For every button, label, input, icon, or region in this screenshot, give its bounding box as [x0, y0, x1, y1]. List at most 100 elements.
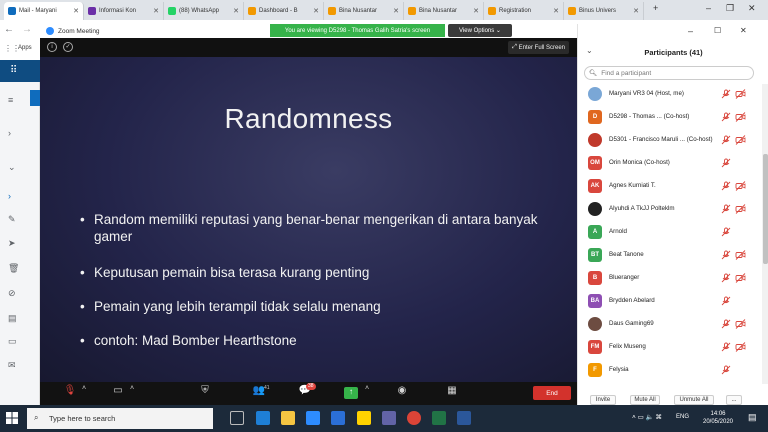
- hamburger-icon[interactable]: ≡: [8, 95, 26, 109]
- notifications-icon[interactable]: ▤: [748, 412, 757, 423]
- chevron-down-icon[interactable]: ⌄: [8, 162, 26, 176]
- muted-mic-icon[interactable]: [721, 112, 731, 122]
- participant-row[interactable]: FM Felix Museng: [578, 337, 762, 360]
- participant-row[interactable]: Daus Gaming69: [578, 314, 762, 337]
- muted-mic-icon[interactable]: [721, 181, 731, 191]
- trash-icon[interactable]: 🗑: [8, 263, 26, 277]
- video-off-icon[interactable]: [735, 204, 746, 214]
- muted-mic-icon[interactable]: [721, 250, 731, 260]
- tab-close-icon[interactable]: ✕: [390, 7, 399, 15]
- teams-icon[interactable]: [382, 411, 396, 425]
- muted-mic-icon[interactable]: [721, 227, 731, 237]
- unmute-all-button[interactable]: Unmute All: [674, 395, 714, 405]
- tab-close-icon[interactable]: ✕: [630, 7, 639, 15]
- reactions-icon[interactable]: ▦: [444, 385, 460, 403]
- participant-row[interactable]: AK Agnes Kurniati T.: [578, 176, 762, 199]
- language-indicator[interactable]: ENG: [676, 414, 689, 420]
- participant-row[interactable]: A Arnold: [578, 222, 762, 245]
- muted-mic-icon[interactable]: [721, 89, 731, 99]
- video-off-icon[interactable]: [735, 250, 746, 260]
- participant-row[interactable]: B Blueranger: [578, 268, 762, 291]
- muted-mic-icon[interactable]: [721, 319, 731, 329]
- participant-row[interactable]: D5301 - Francisco Maruli ... (Co-host): [578, 130, 762, 153]
- tab-close-icon[interactable]: ✕: [230, 7, 239, 15]
- participant-row[interactable]: D D5298 - Thomas ... (Co-host): [578, 107, 762, 130]
- muted-mic-icon[interactable]: 🎙: [62, 385, 78, 403]
- tab-close-icon[interactable]: ✕: [470, 7, 479, 15]
- browser-tab[interactable]: Bina Nusantar ✕: [404, 2, 484, 20]
- new-mail-button-edge[interactable]: [30, 90, 40, 106]
- more-options-button[interactable]: ...: [726, 395, 742, 405]
- pencil-icon[interactable]: ✎: [8, 214, 26, 228]
- panel-restore-icon[interactable]: ☐: [714, 26, 721, 35]
- block-icon[interactable]: ⊘: [8, 288, 26, 302]
- muted-mic-icon[interactable]: [721, 158, 731, 168]
- zoom-taskbar-icon[interactable]: [306, 411, 320, 425]
- video-options-chevron-icon[interactable]: ˄: [128, 385, 136, 403]
- record-icon[interactable]: ◉: [394, 385, 410, 403]
- word-icon[interactable]: [457, 411, 471, 425]
- file-explorer-icon[interactable]: [281, 411, 295, 425]
- invite-button[interactable]: Invite: [590, 395, 616, 405]
- system-tray[interactable]: ˄ ▭ 🔈 ⌘: [632, 413, 662, 421]
- participant-row[interactable]: Maryani VR3 04 (Host, me): [578, 84, 762, 107]
- browser-tab[interactable]: Bina Nusantar ✕: [324, 2, 404, 20]
- tab-close-icon[interactable]: ✕: [550, 7, 559, 15]
- archive-icon[interactable]: ▤: [8, 313, 26, 327]
- mute-all-button[interactable]: Mute All: [630, 395, 660, 405]
- view-options-button[interactable]: View Options ⌄: [448, 24, 512, 37]
- video-off-icon[interactable]: [735, 319, 746, 329]
- muted-mic-icon[interactable]: [721, 204, 731, 214]
- browser-tab[interactable]: Dashboard - B ✕: [244, 2, 324, 20]
- chevron-right-icon[interactable]: ›: [8, 128, 26, 142]
- panel-close-icon[interactable]: ✕: [740, 26, 747, 35]
- participant-row[interactable]: F Felysia: [578, 360, 762, 383]
- send-icon[interactable]: ➤: [8, 238, 26, 252]
- folder-icon[interactable]: [357, 411, 371, 425]
- chrome-icon[interactable]: [407, 411, 421, 425]
- task-view-icon[interactable]: [230, 411, 244, 425]
- participant-row[interactable]: Alyuhdi A TkJJ Polteklm: [578, 199, 762, 222]
- back-arrow-icon[interactable]: ←: [4, 24, 14, 35]
- browser-tab[interactable]: Registration ✕: [484, 2, 564, 20]
- enter-full-screen-button[interactable]: ⤢ Enter Full Screen: [508, 41, 569, 54]
- muted-mic-icon[interactable]: [721, 365, 731, 375]
- browser-tab[interactable]: Informasi Kon ✕: [84, 2, 164, 20]
- scroll-thumb[interactable]: [763, 154, 768, 264]
- waffle-icon[interactable]: ⠿: [10, 65, 17, 76]
- mail-taskbar-icon[interactable]: [331, 411, 345, 425]
- muted-mic-icon[interactable]: [721, 135, 731, 145]
- audio-options-chevron-icon[interactable]: ˄: [80, 385, 88, 403]
- participant-search[interactable]: 🔍︎: [584, 66, 754, 80]
- muted-mic-icon[interactable]: [721, 273, 731, 283]
- shield-check-icon[interactable]: ✓: [63, 42, 73, 52]
- forward-arrow-icon[interactable]: →: [22, 24, 32, 35]
- edge-icon[interactable]: [256, 411, 270, 425]
- minimize-icon[interactable]: –: [706, 3, 711, 13]
- notes-icon[interactable]: ▭: [8, 336, 26, 350]
- video-off-icon[interactable]: [735, 112, 746, 122]
- tab-close-icon[interactable]: ✕: [70, 7, 79, 15]
- share-options-chevron-icon[interactable]: ˄: [363, 385, 371, 403]
- new-tab-button[interactable]: +: [653, 3, 658, 13]
- taskbar-clock[interactable]: 14:06 20/05/2020: [696, 410, 740, 426]
- video-off-icon[interactable]: [735, 89, 746, 99]
- participant-row[interactable]: OM Orin Monica (Co-host): [578, 153, 762, 176]
- video-off-icon[interactable]: [735, 135, 746, 145]
- browser-tab[interactable]: Mail - Maryani ✕: [4, 2, 84, 20]
- participants-scrollbar[interactable]: [762, 84, 768, 384]
- inbox-chevron-icon[interactable]: ›: [8, 191, 26, 205]
- video-off-icon[interactable]: [735, 181, 746, 191]
- participant-search-input[interactable]: [601, 69, 742, 77]
- video-off-icon[interactable]: [735, 342, 746, 352]
- close-window-icon[interactable]: ✕: [748, 3, 756, 14]
- security-shield-icon[interactable]: ⛨: [197, 385, 213, 403]
- tab-close-icon[interactable]: ✕: [150, 7, 159, 15]
- tab-close-icon[interactable]: ✕: [310, 7, 319, 15]
- share-screen-icon[interactable]: ↑: [344, 387, 358, 399]
- restore-icon[interactable]: ❐: [726, 3, 734, 14]
- video-off-icon[interactable]: ▭: [110, 385, 126, 403]
- end-meeting-button[interactable]: End: [533, 386, 571, 400]
- muted-mic-icon[interactable]: [721, 296, 731, 306]
- apps-bookmark[interactable]: Apps: [18, 45, 32, 51]
